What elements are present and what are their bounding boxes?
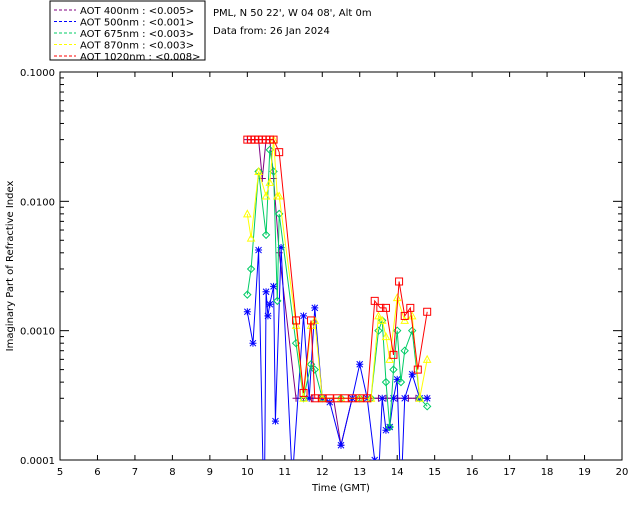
data-point: [262, 288, 270, 296]
series-5: [243, 135, 432, 403]
x-tick-label: 15: [428, 467, 441, 478]
series-4: [242, 135, 432, 402]
legend-label: AOT 870nm : <0.003>: [80, 41, 194, 52]
data-point: [264, 312, 272, 320]
data-point: [270, 282, 278, 290]
y-tick-label: 0.1000: [20, 68, 55, 79]
y-axis-label: Imaginary Part of Refractive Index: [5, 181, 16, 352]
x-tick-label: 17: [503, 467, 516, 478]
data-point: [397, 495, 404, 502]
data-point: [311, 304, 319, 312]
x-tick-label: 5: [57, 467, 63, 478]
site-info: PML, N 50 22', W 04 08', Alt 0m: [213, 8, 372, 19]
x-tick-label: 14: [391, 467, 404, 478]
legend-label: AOT 675nm : <0.003>: [80, 29, 194, 40]
data-point: [423, 394, 431, 402]
x-tick-label: 19: [578, 467, 591, 478]
y-axis: 0.1000 0.0100 0.0010 0.0001: [20, 68, 622, 467]
data-point: [243, 308, 251, 316]
data-point: [249, 339, 257, 347]
data-point: [378, 394, 386, 402]
x-tick-label: 6: [94, 467, 100, 478]
data-date: Data from: 26 Jan 2024: [213, 26, 330, 37]
legend-label: AOT 1020nm : <0.008>: [80, 52, 200, 63]
x-tick-label: 9: [207, 467, 213, 478]
x-tick-label: 10: [241, 467, 254, 478]
x-tick-label: 11: [278, 467, 291, 478]
x-tick-label: 18: [541, 467, 554, 478]
x-tick-label: 20: [616, 467, 629, 478]
aerosol-refractive-index-chart: AOT 400nm : <0.005>AOT 500nm : <0.001>AO…: [5, 0, 629, 502]
x-tick-label: 13: [353, 467, 366, 478]
x-axis: 5 6 7 8 9 10 11 12 13 14 15 16 17 18 19 20: [57, 72, 629, 478]
data-point: [401, 394, 409, 402]
data-point: [266, 300, 274, 308]
data-point: [375, 477, 382, 484]
x-axis-label: Time (GMT): [311, 483, 370, 494]
y-tick-label: 0.0001: [20, 456, 55, 467]
legend: AOT 400nm : <0.005>AOT 500nm : <0.001>AO…: [49, 0, 206, 63]
x-tick-label: 16: [466, 467, 479, 478]
data-point: [356, 360, 364, 368]
x-tick-label: 12: [316, 467, 329, 478]
y-tick-label: 0.0010: [20, 327, 55, 338]
data-point: [337, 441, 345, 449]
data-point: [255, 246, 263, 254]
series-layer: [242, 135, 432, 502]
y-tick-label: 0.0100: [20, 197, 55, 208]
data-point: [300, 312, 308, 320]
legend-label: AOT 400nm : <0.005>: [80, 6, 194, 17]
legend-label: AOT 500nm : <0.001>: [80, 18, 194, 29]
data-point: [271, 417, 279, 425]
x-tick-label: 8: [169, 467, 175, 478]
data-point: [371, 456, 379, 460]
x-tick-label: 7: [132, 467, 138, 478]
